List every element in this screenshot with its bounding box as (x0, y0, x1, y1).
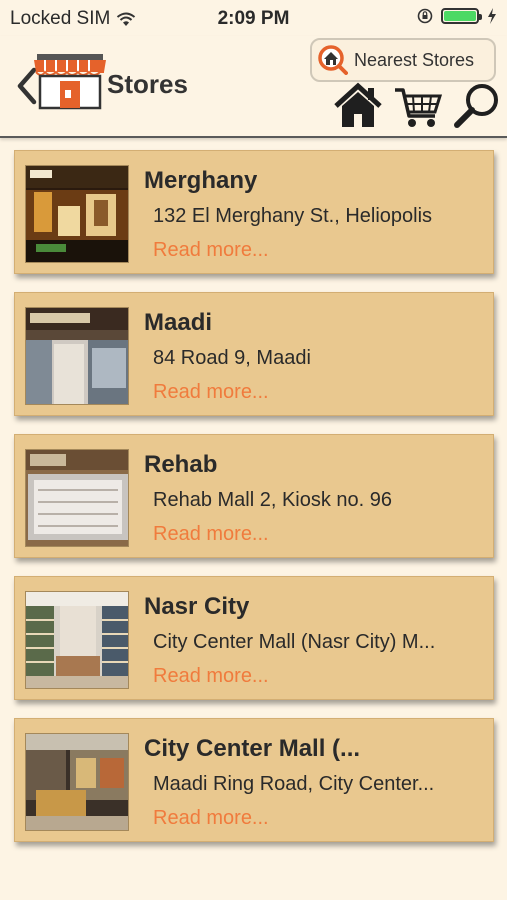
read-more-link[interactable]: Read more... (153, 523, 269, 546)
store-photo (25, 165, 129, 263)
store-icon (34, 54, 106, 110)
read-more-link[interactable]: Read more... (153, 239, 269, 262)
store-photo (25, 449, 129, 547)
nearest-stores-label: Nearest Stores (354, 49, 475, 70)
status-right (417, 8, 497, 24)
cart-icon[interactable] (393, 82, 443, 130)
store-card-nasr-city[interactable]: Nasr City City Center Mall (Nasr City) M… (14, 576, 494, 700)
store-photo (25, 733, 129, 831)
rotation-lock-icon (417, 8, 433, 24)
store-name: City Center Mall (... (144, 735, 361, 762)
battery-icon (441, 8, 482, 24)
store-list: Merghany 132 El Merghany St., Heliopolis… (14, 150, 494, 860)
read-more-link[interactable]: Read more... (153, 807, 269, 830)
store-card-merghany[interactable]: Merghany 132 El Merghany St., Heliopolis… (14, 150, 494, 274)
read-more-link[interactable]: Read more... (153, 381, 269, 404)
store-card-city-center-mall[interactable]: City Center Mall (... Maadi Ring Road, C… (14, 718, 494, 842)
store-name: Maadi (144, 309, 213, 336)
home-icon[interactable] (333, 82, 383, 130)
store-name: Nasr City (144, 593, 250, 620)
store-address: 84 Road 9, Maadi (153, 347, 311, 369)
store-card-maadi[interactable]: Maadi 84 Road 9, Maadi Read more... (14, 292, 494, 416)
store-address: City Center Mall (Nasr City) M... (153, 631, 436, 653)
store-photo (25, 591, 129, 689)
store-photo (25, 307, 129, 405)
store-name: Rehab (144, 451, 218, 478)
store-card-rehab[interactable]: Rehab Rehab Mall 2, Kiosk no. 96 Read mo… (14, 434, 494, 558)
store-address: 132 El Merghany St., Heliopolis (153, 205, 433, 227)
read-more-link[interactable]: Read more... (153, 665, 269, 688)
page-title: Stores (107, 69, 188, 99)
nearest-stores-button[interactable]: Nearest Stores (310, 38, 496, 82)
store-locator-icon (318, 45, 348, 75)
store-name: Merghany (144, 167, 258, 194)
charging-icon (488, 8, 496, 24)
store-address: Rehab Mall 2, Kiosk no. 96 (153, 489, 393, 511)
header-bar: Stores Nearest Stores (0, 36, 507, 138)
status-bar: Locked SIM 2:09 PM (0, 0, 507, 36)
search-icon[interactable] (452, 82, 502, 130)
store-address: Maadi Ring Road, City Center... (153, 773, 435, 795)
